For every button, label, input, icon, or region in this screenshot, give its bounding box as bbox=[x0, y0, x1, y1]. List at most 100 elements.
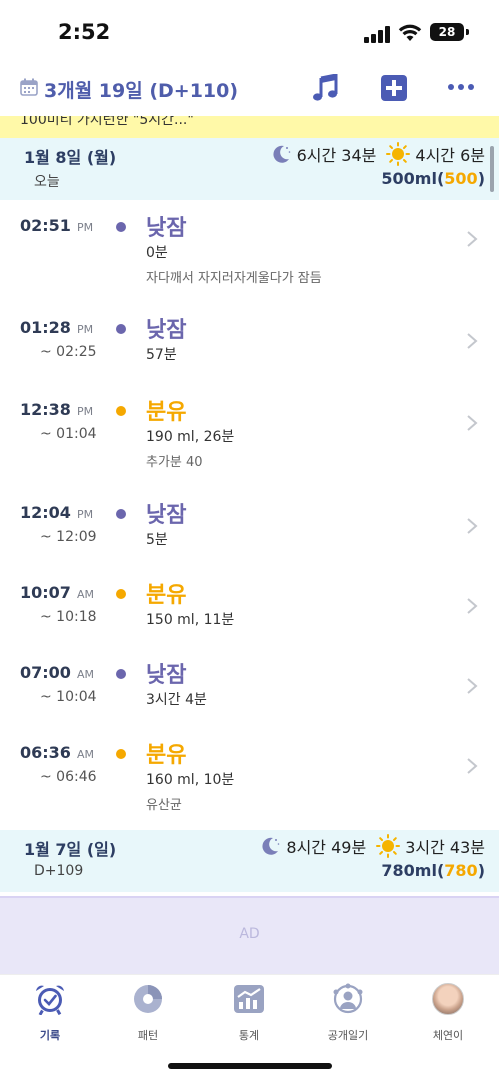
feed-total: 500ml(500) bbox=[381, 169, 485, 188]
entry-ampm: AM bbox=[76, 748, 94, 761]
entry-start-time: 06:36 AM bbox=[20, 743, 94, 762]
tab-label: 기록 bbox=[39, 1029, 61, 1042]
entry-end-time: ~ 10:04 bbox=[40, 689, 97, 705]
night-sleep-total: 8시간 49분 bbox=[286, 838, 367, 857]
entry-detail: 0분 bbox=[146, 245, 168, 261]
chevron-right-icon bbox=[467, 598, 478, 614]
entry-ampm: AM bbox=[76, 668, 94, 681]
feed-total-highlight: 500 bbox=[444, 169, 478, 188]
chevron-right-icon bbox=[467, 333, 478, 349]
entry-ampm: PM bbox=[76, 405, 94, 418]
page-title[interactable]: 3개월 19일 (D+110) bbox=[44, 76, 238, 103]
entry-type-dot bbox=[116, 406, 126, 416]
entry-detail: 5분 bbox=[146, 532, 168, 548]
entry-end-time: ~ 10:18 bbox=[40, 609, 97, 625]
notice-banner[interactable]: 100미티 가지런한 "5시간..." bbox=[0, 116, 499, 138]
music-note-icon[interactable] bbox=[312, 74, 338, 102]
entry-start-time: 07:00 AM bbox=[20, 663, 94, 682]
profile-avatar-icon bbox=[432, 983, 464, 1015]
tab-label: 공개일기 bbox=[327, 1029, 369, 1042]
chevron-right-icon bbox=[467, 518, 478, 534]
entry-type-dot bbox=[116, 509, 126, 519]
cellular-signal-icon bbox=[364, 25, 392, 43]
entry-detail: 57분 bbox=[146, 347, 177, 363]
entry-type-dot bbox=[116, 749, 126, 759]
day-sub: 오늘 bbox=[34, 174, 60, 190]
entry-type-dot bbox=[116, 589, 126, 599]
entry-note: 자다깨서 자지러자게울다가 잠듬 bbox=[146, 271, 322, 286]
tab-pattern[interactable]: 패턴 bbox=[103, 983, 193, 1043]
chevron-right-icon bbox=[467, 231, 478, 247]
app-header: 3개월 19일 (D+110) bbox=[0, 64, 499, 116]
status-bar: 2:52 28 bbox=[0, 0, 499, 64]
entry-start-time: 12:04 PM bbox=[20, 503, 94, 522]
entry-start-time: 12:38 PM bbox=[20, 400, 94, 419]
sleep-summary: 6시간 34분 4시간 6분 bbox=[271, 142, 485, 166]
tab-profile[interactable]: 체연이 bbox=[403, 983, 493, 1043]
entry-end-time: ~ 01:04 bbox=[40, 426, 97, 442]
pattern-icon bbox=[134, 985, 162, 1013]
record-entry[interactable]: 12:04 PM ~ 12:09 낮잠 5분 bbox=[0, 503, 499, 583]
day-header-previous: 1월 7일 (일) D+109 8시간 49분 3시간 43분 780ml(78… bbox=[0, 830, 499, 892]
calendar-icon bbox=[20, 78, 38, 96]
record-entry[interactable]: 02:51 PM 낮잠 0분자다깨서 자지러자게울다가 잠듬 bbox=[0, 216, 499, 296]
entry-type-dot bbox=[116, 669, 126, 679]
moon-icon bbox=[262, 837, 280, 855]
day-sub: D+109 bbox=[34, 863, 84, 879]
stats-chart-icon bbox=[234, 985, 264, 1013]
day-date: 1월 8일 (월) bbox=[24, 148, 117, 167]
entry-note: 추가분 40 bbox=[146, 455, 203, 470]
scrollbar[interactable] bbox=[490, 146, 494, 192]
battery-cap bbox=[466, 29, 469, 35]
record-entry[interactable]: 01:28 PM ~ 02:25 낮잠 57분 bbox=[0, 318, 499, 398]
add-record-button[interactable] bbox=[381, 75, 407, 101]
tab-record[interactable]: 기록 bbox=[5, 983, 95, 1043]
record-entry[interactable]: 06:36 AM ~ 06:46 분유 160 ml, 10분 유산균 bbox=[0, 743, 499, 823]
day-sleep-total: 3시간 43분 bbox=[405, 838, 485, 857]
wifi-icon bbox=[398, 24, 422, 41]
tab-public-diary[interactable]: 공개일기 bbox=[303, 983, 393, 1043]
entry-note: 유산균 bbox=[146, 798, 182, 813]
entry-type-dot bbox=[116, 324, 126, 334]
entry-title: 낮잠 bbox=[146, 318, 187, 343]
more-dots-icon[interactable] bbox=[448, 84, 474, 92]
notice-text: 100미티 가지런한 "5시간..." bbox=[20, 116, 194, 128]
day-date: 1월 7일 (일) bbox=[24, 840, 117, 859]
entry-ampm: PM bbox=[76, 508, 94, 521]
day-header-today: 1월 8일 (월) 오늘 6시간 34분 4시간 6분 500ml(500) bbox=[0, 138, 499, 200]
entry-end-time: ~ 12:09 bbox=[40, 529, 97, 545]
moon-icon bbox=[273, 145, 290, 163]
entry-title: 낮잠 bbox=[146, 503, 187, 528]
entry-start-time: 02:51 PM bbox=[20, 216, 94, 235]
sleep-summary: 8시간 49분 3시간 43분 bbox=[260, 834, 485, 858]
entry-start-time: 01:28 PM bbox=[20, 318, 94, 337]
entry-title: 분유 bbox=[146, 743, 187, 768]
feed-total: 780ml(780) bbox=[381, 861, 485, 880]
record-entry[interactable]: 10:07 AM ~ 10:18 분유 150 ml, 11분 bbox=[0, 583, 499, 663]
chevron-right-icon bbox=[467, 758, 478, 774]
entry-title: 분유 bbox=[146, 400, 187, 425]
sun-icon bbox=[386, 142, 411, 166]
tab-stats[interactable]: 통계 bbox=[204, 983, 294, 1043]
ad-label: AD bbox=[239, 926, 260, 942]
entry-type-dot bbox=[116, 222, 126, 232]
ad-banner[interactable]: AD bbox=[0, 896, 499, 974]
entry-ampm: AM bbox=[76, 588, 94, 601]
entry-start-time: 10:07 AM bbox=[20, 583, 94, 602]
entry-title: 낮잠 bbox=[146, 216, 187, 241]
chevron-right-icon bbox=[467, 678, 478, 694]
day-sleep-total: 4시간 6분 bbox=[415, 146, 485, 165]
entry-end-time: ~ 02:25 bbox=[40, 344, 97, 360]
public-diary-icon bbox=[333, 983, 363, 1014]
record-entry[interactable]: 07:00 AM ~ 10:04 낮잠 3시간 4분 bbox=[0, 663, 499, 743]
entry-detail: 190 ml, 26분 bbox=[146, 429, 235, 445]
feed-total-highlight: 780 bbox=[444, 861, 478, 880]
entry-title: 분유 bbox=[146, 583, 187, 608]
entry-detail: 150 ml, 11분 bbox=[146, 612, 235, 628]
entry-ampm: PM bbox=[76, 323, 94, 336]
status-time: 2:52 bbox=[58, 20, 111, 44]
chevron-right-icon bbox=[467, 415, 478, 431]
record-entry[interactable]: 12:38 PM ~ 01:04 분유 190 ml, 26분추가분 40 bbox=[0, 400, 499, 480]
sun-icon bbox=[376, 834, 401, 858]
tab-label: 통계 bbox=[238, 1029, 260, 1042]
